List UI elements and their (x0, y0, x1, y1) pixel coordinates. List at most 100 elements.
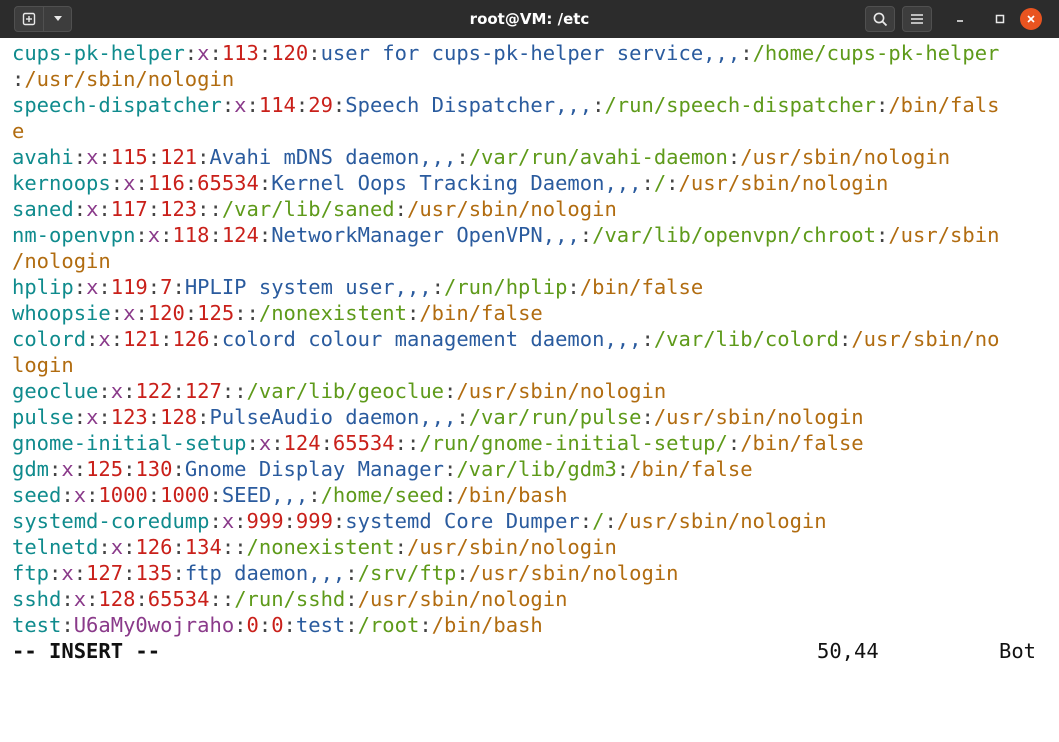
passwd-field-id: 123 (110, 405, 148, 429)
search-button[interactable] (865, 6, 895, 32)
passwd-field-sep: : (73, 145, 87, 169)
passwd-field-sep: : (123, 561, 136, 585)
menu-button[interactable] (902, 6, 932, 32)
passwd-field-user: colord (12, 327, 87, 351)
passwd-field-home: / (592, 509, 605, 533)
terminal-line: telnetd:x:126:134::/nonexistent:/usr/sbi… (12, 534, 1055, 560)
passwd-field-id: 126 (172, 327, 210, 351)
passwd-field-sep: : (234, 613, 247, 637)
passwd-field-user: gdm (12, 457, 50, 481)
passwd-field-id: 124 (283, 431, 321, 455)
passwd-field-sep: : (234, 509, 247, 533)
passwd-field-shell: /bin/false (629, 457, 753, 481)
passwd-field-sep: : (308, 41, 321, 65)
passwd-field-sep: : (86, 587, 99, 611)
passwd-field-sep: : (221, 587, 235, 611)
terminal-line: hplip:x:119:7:HPLIP system user,,,:/run/… (12, 274, 1055, 300)
passwd-field-sep: : (98, 379, 111, 403)
terminal-line: sshd:x:128:65534::/run/sshd:/usr/sbin/no… (12, 586, 1055, 612)
passwd-field-home: /srv/ftp (357, 561, 457, 585)
passwd-field-sep: : (332, 509, 346, 533)
passwd-field-pw: x (86, 405, 99, 429)
passwd-field-sep: : (135, 301, 148, 325)
passwd-field-id: 29 (308, 93, 333, 117)
passwd-field-shell: /usr/sbin/nologin (653, 405, 864, 429)
mode-indicator: -- INSERT -- (12, 639, 161, 663)
passwd-field-user: avahi (12, 145, 74, 169)
passwd-field-sep: : (123, 535, 136, 559)
passwd-field-shell: /usr/sbin (888, 223, 1000, 247)
passwd-field-sep: : (234, 379, 247, 403)
passwd-field-desc: PulseAudio daemon,,, (209, 405, 457, 429)
passwd-field-sep: : (123, 457, 136, 481)
terminal-line: :/usr/sbin/nologin (12, 66, 1055, 92)
passwd-field-sep: : (345, 587, 358, 611)
passwd-field-desc: Kernel Oops Tracking Daemon,,, (271, 171, 642, 195)
passwd-field-sep: : (73, 457, 87, 481)
passwd-field-sep: : (209, 223, 222, 247)
passwd-field-id: 121 (160, 145, 198, 169)
passwd-field-sep: : (209, 41, 222, 65)
passwd-field-sep: : (258, 41, 272, 65)
passwd-field-sep: : (444, 457, 457, 481)
passwd-field-sep: : (135, 223, 148, 247)
passwd-field-id: 128 (98, 587, 136, 611)
passwd-field-shell: /bin/bash (431, 613, 543, 637)
passwd-field-shell: /usr/sbin/nologin (468, 561, 679, 585)
passwd-field-shell: e (12, 119, 25, 143)
passwd-field-sep: : (234, 301, 247, 325)
passwd-field-sep: : (209, 509, 222, 533)
passwd-field-sep: : (221, 93, 235, 117)
passwd-field-sep: : (110, 327, 124, 351)
passwd-field-home: /var/run/avahi-daemon (468, 145, 728, 169)
passwd-field-sep: : (394, 431, 407, 455)
passwd-field-sep: : (295, 93, 309, 117)
passwd-field-user: kernoops (12, 171, 111, 195)
passwd-field-sep: : (456, 561, 469, 585)
passwd-field-shell: /usr/sbin/nologin (357, 587, 568, 611)
terminal-line: geoclue:x:122:127::/var/lib/geoclue:/usr… (12, 378, 1055, 404)
passwd-field-sep: : (135, 171, 148, 195)
passwd-field-home: /var/lib/gdm3 (456, 457, 617, 481)
passwd-field-sep: : (98, 145, 111, 169)
passwd-field-id: 130 (135, 457, 173, 481)
passwd-field-id: 127 (86, 561, 124, 585)
terminal-content[interactable]: cups-pk-helper:x:113:120:user for cups-p… (12, 40, 1055, 638)
passwd-field-sep: : (197, 197, 210, 221)
passwd-field-sep: : (12, 67, 25, 91)
passwd-field-id: 120 (271, 41, 309, 65)
passwd-field-sep: : (394, 197, 407, 221)
passwd-field-id: 124 (221, 223, 259, 247)
tab-menu-dropdown[interactable] (44, 6, 72, 32)
passwd-field-id: 65534 (332, 431, 395, 455)
passwd-field-user: pulse (12, 405, 74, 429)
passwd-field-sep: : (406, 301, 420, 325)
passwd-field-home: /var/lib/colord (653, 327, 839, 351)
passwd-field-sep: : (308, 483, 321, 507)
passwd-field-desc: Speech Dispatcher,,, (345, 93, 593, 117)
passwd-field-home: /var/run/pulse (468, 405, 642, 429)
passwd-field-sep: : (209, 587, 222, 611)
passwd-field-id: 122 (135, 379, 173, 403)
passwd-field-shell: /bin/bash (456, 483, 568, 507)
passwd-field-sep: : (184, 171, 198, 195)
terminal-scrollbar[interactable] (1053, 40, 1059, 662)
terminal-line: colord:x:121:126:colord colour managemen… (12, 326, 1055, 352)
passwd-field-desc: SEED,,, (221, 483, 309, 507)
passwd-field-home: /var/lib/geoclue (246, 379, 445, 403)
passwd-field-sep: : (332, 93, 346, 117)
new-tab-button[interactable] (14, 6, 44, 32)
close-button[interactable] (1020, 8, 1042, 30)
maximize-button[interactable] (990, 9, 1010, 29)
minimize-button[interactable] (950, 9, 970, 29)
passwd-field-shell: /usr/sbin/nologin (24, 67, 235, 91)
passwd-field-shell: /nologin (12, 249, 111, 273)
cursor-position: 50,44 (817, 639, 879, 663)
passwd-field-home: /root (357, 613, 420, 637)
passwd-field-sep: : (419, 613, 432, 637)
passwd-field-sep: : (172, 535, 185, 559)
scroll-indicator: Bot (999, 639, 1037, 663)
passwd-field-desc: NetworkManager OpenVPN,,, (271, 223, 580, 247)
passwd-field-id: 1000 (160, 483, 210, 507)
passwd-field-sep: : (98, 275, 111, 299)
